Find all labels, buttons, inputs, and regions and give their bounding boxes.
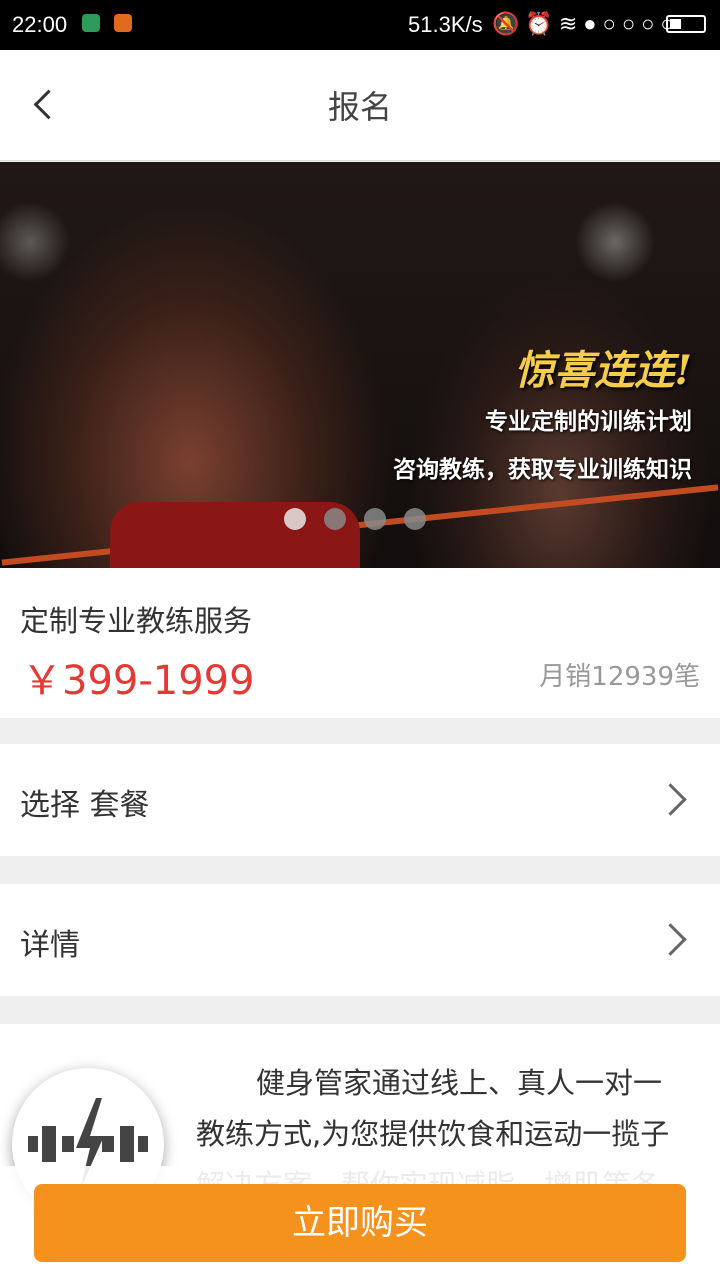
security-app-icon [82,14,100,32]
status-icons: 🔕⏰≋●○○○○ [492,11,680,37]
mute-bell-icon: 🔕 [492,11,526,36]
banner-subtitle-2: 咨询教练，获取专业训练知识 [393,456,692,483]
product-info: 定制专业教练服务 ￥399-1999 月销12939笔 [0,568,720,718]
battery-icon [666,15,706,33]
product-name: 定制专业教练服务 [20,604,253,638]
carousel-dot [284,508,306,530]
carousel-dot [404,508,426,530]
carousel-dot [364,508,386,530]
chevron-right-icon [654,783,687,816]
banner-headline: 惊喜连连! [514,347,692,394]
carousel-indicator [284,508,444,530]
page-title: 报名 [327,88,392,126]
details-row[interactable]: 详情 [0,884,720,996]
status-time: 22:00 [12,12,68,37]
header-bar: 报名 [0,50,720,161]
banner-subtitle-1: 专业定制的训练计划 [485,408,692,435]
wifi-icon: ≋ [558,11,584,36]
details-label: 详情 [20,928,80,963]
battery-fill [670,19,681,29]
chevron-right-icon [654,923,687,956]
status-bar: 22:00 51.3K/s 🔕⏰≋●○○○○ [0,0,720,50]
monthly-sales: 月销12939笔 [539,662,700,692]
product-price: ￥399-1999 [22,658,255,704]
promo-banner-carousel[interactable]: 惊喜连连! 专业定制的训练计划 咨询教练，获取专业训练知识 [0,162,720,568]
network-speed: 51.3K/s [408,12,483,37]
select-package-row[interactable]: 选择 套餐 [0,744,720,856]
buy-bar: 立即购买 [0,1166,720,1280]
carousel-dot [324,508,346,530]
buy-now-button[interactable]: 立即购买 [34,1184,686,1262]
select-package-label: 选择 套餐 [20,788,150,823]
alarm-icon: ⏰ [525,11,559,36]
mi-app-icon [114,14,132,32]
